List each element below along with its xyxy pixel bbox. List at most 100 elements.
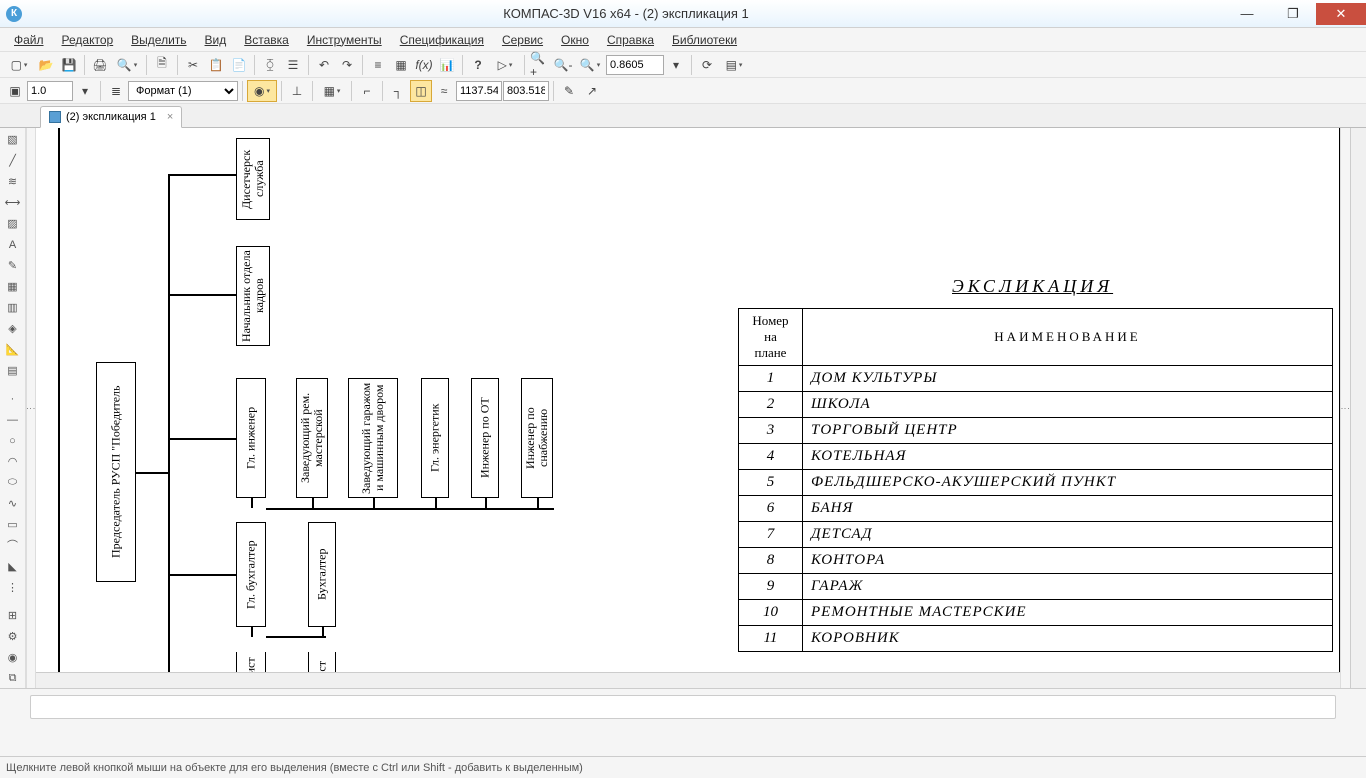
close-button[interactable]: ✕	[1316, 3, 1366, 25]
save-button[interactable]: 💾	[58, 54, 80, 76]
header-name: НАИМЕНОВАНИЕ	[803, 309, 1333, 366]
menu-tools[interactable]: Инструменты	[299, 31, 390, 49]
print-button[interactable]: 🖨	[89, 54, 111, 76]
tool-edit[interactable]: ✎	[2, 256, 24, 276]
tool-text[interactable]: A	[2, 235, 24, 255]
tool-measure[interactable]: 📐	[2, 340, 24, 360]
tool-polyline[interactable]: ≋	[2, 172, 24, 192]
copy-button[interactable]: 📋	[205, 54, 227, 76]
frame-button[interactable]: ▣	[4, 80, 26, 102]
tool-hatch[interactable]: ▨	[2, 214, 24, 234]
ortho-button[interactable]: ⊥	[286, 80, 308, 102]
props-button[interactable]: ☰	[282, 54, 304, 76]
sketch-exit-button[interactable]: ↗	[581, 80, 603, 102]
zoom-fit-button[interactable]: 🔍	[575, 54, 605, 76]
tool-chamfer[interactable]: ◣	[2, 556, 24, 576]
paste-button[interactable]: 📄	[228, 54, 250, 76]
tool-fillet[interactable]: ⌒	[2, 535, 24, 555]
fx-button[interactable]: f(x)	[413, 54, 435, 76]
tool-rect[interactable]: ▭	[2, 514, 24, 534]
open-button[interactable]: 📂	[35, 54, 57, 76]
left-panel-handle[interactable]: ⋮	[26, 128, 36, 688]
menu-select[interactable]: Выделить	[123, 31, 194, 49]
tool-circle[interactable]: ○	[2, 431, 24, 451]
tool-select[interactable]: ▧	[2, 130, 24, 150]
tool-ellipse[interactable]: ⬭	[2, 472, 24, 492]
zoom-drop-button[interactable]: ▾	[665, 54, 687, 76]
zoom-in-button[interactable]: 🔍+	[529, 54, 551, 76]
coord-x-input[interactable]	[456, 81, 502, 101]
table-header-row: Номер на плане НАИМЕНОВАНИЕ	[739, 309, 1333, 366]
cell-num: 7	[739, 522, 803, 548]
layers-button[interactable]: ▤	[719, 54, 749, 76]
tool-insert[interactable]: ⊞	[2, 605, 24, 625]
tool-spline[interactable]: ∿	[2, 493, 24, 513]
tool-view[interactable]: ▥	[2, 298, 24, 318]
coord-y-input[interactable]	[503, 81, 549, 101]
magnet-button[interactable]: ⧲	[259, 54, 281, 76]
org-line	[168, 438, 236, 440]
scale-input[interactable]	[27, 81, 73, 101]
coord-button[interactable]: ⌐	[356, 80, 378, 102]
chart-button[interactable]: 📊	[436, 54, 458, 76]
sketch-button[interactable]: ✎	[558, 80, 580, 102]
perp-button[interactable]: ┐	[387, 80, 409, 102]
preview2-button[interactable]: 🗎	[151, 54, 173, 76]
document-tab[interactable]: (2) экспликация 1 ×	[40, 106, 182, 128]
tool-macro[interactable]: ⚙	[2, 626, 24, 646]
ortho2-button[interactable]: ◫	[410, 80, 432, 102]
help-button[interactable]: ?	[467, 54, 489, 76]
menu-spec[interactable]: Спецификация	[392, 31, 492, 49]
right-panel-handle[interactable]: ⋮	[1340, 128, 1350, 688]
tool-dimension[interactable]: ⟷	[2, 193, 24, 213]
tool-assoc[interactable]: ⧉	[2, 668, 24, 688]
menu-service[interactable]: Сервис	[494, 31, 551, 49]
menu-insert[interactable]: Вставка	[236, 31, 297, 49]
document-tab-close-icon[interactable]: ×	[167, 111, 173, 123]
tool-point[interactable]: ·	[2, 389, 24, 409]
tool-table[interactable]: ▦	[2, 277, 24, 297]
drawing-canvas[interactable]: Председатель РУСП "Победитель Дисетчерск…	[36, 128, 1340, 688]
vertical-scrollbar[interactable]	[1350, 128, 1366, 688]
menu-help[interactable]: Справка	[599, 31, 662, 49]
tool-spec[interactable]: ▤	[2, 361, 24, 381]
menu-window[interactable]: Окно	[553, 31, 597, 49]
tool-arc[interactable]: ◠	[2, 452, 24, 472]
minimize-button[interactable]: —	[1224, 3, 1270, 25]
snap-button[interactable]: ◉	[247, 80, 277, 102]
redo-button[interactable]: ↷	[336, 54, 358, 76]
library-button[interactable]: ▦	[390, 54, 412, 76]
whatsthis-button[interactable]: ▷	[490, 54, 520, 76]
zoom-input[interactable]	[606, 55, 664, 75]
menu-file[interactable]: Файл	[6, 31, 52, 49]
org-line	[136, 472, 168, 474]
tool-local[interactable]: ◉	[2, 647, 24, 667]
command-input-panel[interactable]	[30, 695, 1336, 719]
grid-button[interactable]: ▦	[317, 80, 347, 102]
zoom-out-button[interactable]: 🔍-	[552, 54, 574, 76]
horizontal-scrollbar[interactable]	[36, 672, 1340, 688]
org-box-4: Заведующий рем. мастерской	[296, 378, 328, 498]
round-button[interactable]: ≈	[433, 80, 455, 102]
new-button[interactable]: ▢	[4, 54, 34, 76]
var-button[interactable]: ≡	[367, 54, 389, 76]
cell-num: 11	[739, 626, 803, 652]
cell-num: 5	[739, 470, 803, 496]
tool-param[interactable]: ◈	[2, 319, 24, 339]
tool-line[interactable]: ╱	[2, 151, 24, 171]
menu-view[interactable]: Вид	[197, 31, 235, 49]
menu-editor[interactable]: Редактор	[54, 31, 122, 49]
scale-drop[interactable]: ▾	[74, 80, 96, 102]
tool-segment[interactable]: —	[2, 410, 24, 430]
preview-button[interactable]: 🔍	[112, 54, 142, 76]
org-line	[251, 498, 253, 508]
refresh-button[interactable]: ⟳	[696, 54, 718, 76]
undo-button[interactable]: ↶	[313, 54, 335, 76]
maximize-button[interactable]: ❐	[1270, 3, 1316, 25]
format-select[interactable]: Формат (1)	[128, 81, 238, 101]
layer-button[interactable]: ≣	[105, 80, 127, 102]
menu-libraries[interactable]: Библиотеки	[664, 31, 745, 49]
tool-aux[interactable]: ⋮	[2, 577, 24, 597]
cut-button[interactable]: ✂	[182, 54, 204, 76]
org-line	[312, 498, 314, 508]
